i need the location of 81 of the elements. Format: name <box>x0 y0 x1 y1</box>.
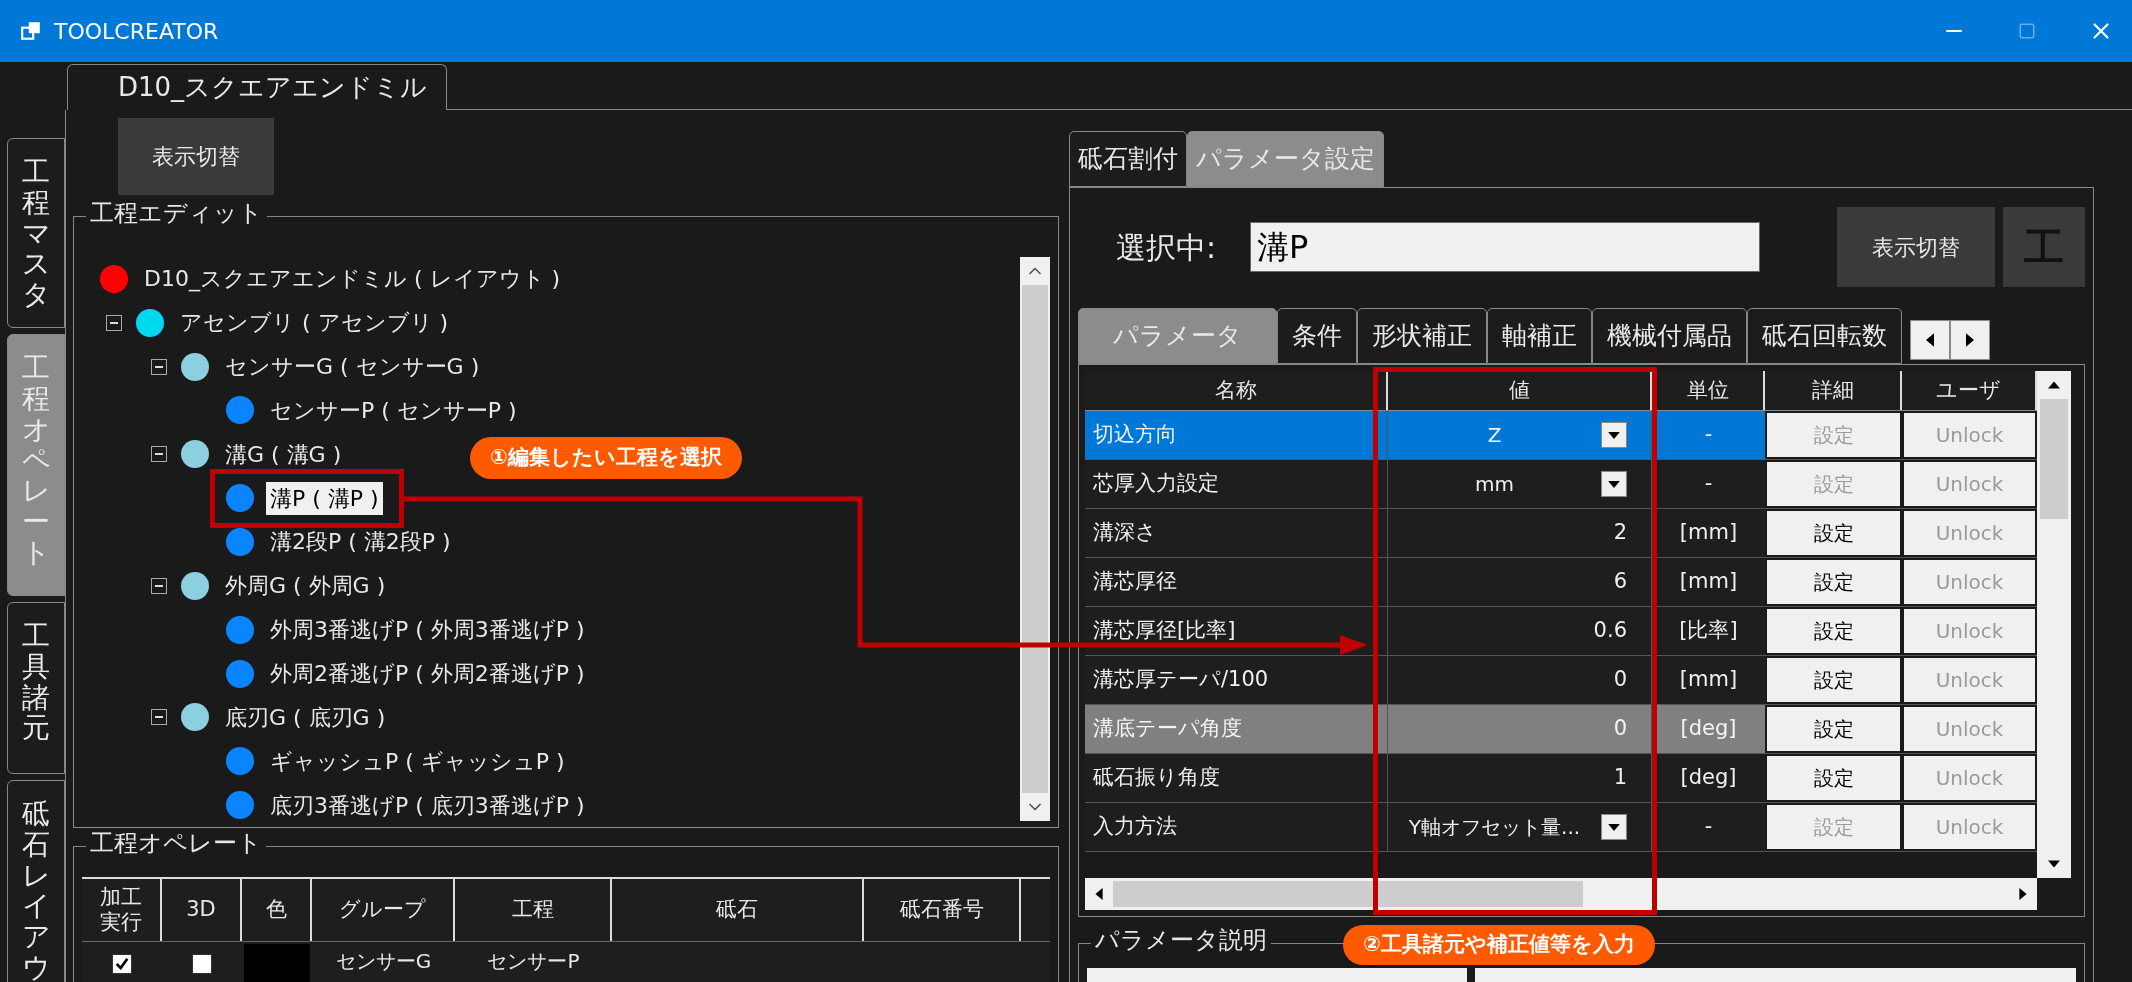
group-title: 工程エディット <box>86 201 267 225</box>
annotation-badge: ②工具諸元や補正値等を入力 <box>1343 925 1655 965</box>
scrollbar[interactable] <box>1085 878 2037 910</box>
tree-item[interactable]: ギャッシュP ( ギャッシュP ) <box>266 744 569 778</box>
checkbox[interactable] <box>112 953 132 974</box>
scroll-up-icon[interactable] <box>2048 381 2060 389</box>
tree-item[interactable]: 外周G ( 外周G ) <box>221 569 390 603</box>
scroll-thumb[interactable] <box>1113 881 1583 907</box>
tree-item[interactable]: 底刃3番逃げP ( 底刃3番逃げP ) <box>266 788 589 822</box>
table-row[interactable]: 溝深さ 2 [mm] 設定 Unlock <box>1085 509 2037 558</box>
tree-item[interactable]: センサーG ( センサーG ) <box>221 350 484 384</box>
group-title: パラメータ説明 <box>1091 928 1271 952</box>
settings-button[interactable]: 設定 <box>1767 511 1900 555</box>
color-swatch[interactable] <box>244 943 310 982</box>
table-cell: 切込方向 <box>1085 411 1388 459</box>
tab[interactable]: 条件 <box>1277 308 1357 364</box>
collapse-icon[interactable] <box>151 358 167 375</box>
tab[interactable]: 形状補正 <box>1357 308 1487 364</box>
side-tab[interactable]: 砥石レイアウ <box>7 780 65 982</box>
tab-scroll-right-icon[interactable] <box>1950 320 1990 360</box>
group-title: 工程オペレート <box>86 831 266 855</box>
table-row[interactable]: 溝芯厚径[比率] 0.6 [比率] 設定 Unlock <box>1085 607 2037 656</box>
scroll-thumb[interactable] <box>2040 399 2068 519</box>
collapse-icon[interactable] <box>151 446 167 463</box>
table-cell: 溝芯厚テーパ/100 <box>1085 656 1388 704</box>
table-row[interactable]: 溝芯厚テーパ/100 0 [mm] 設定 Unlock <box>1085 656 2037 705</box>
table-row[interactable]: 芯厚入力設定 mm - 設定 Unlock <box>1085 460 2037 509</box>
table-cell-text: センサーP <box>486 948 581 975</box>
selection-field[interactable]: 溝P <box>1250 222 1760 272</box>
table-cell: 芯厚入力設定 <box>1085 460 1388 508</box>
table-row[interactable]: 入力方法 Y軸オフセット量... - 設定 Unlock <box>1085 803 2037 852</box>
tree-item[interactable]: 底刃G ( 底刃G ) <box>221 700 390 734</box>
side-tab[interactable]: 工具諸元 <box>7 602 65 774</box>
tab-scroll-left-icon[interactable] <box>1910 320 1950 360</box>
tree-item[interactable]: センサーP ( センサーP ) <box>266 393 521 427</box>
settings-button[interactable]: 設定 <box>1767 609 1900 653</box>
settings-button[interactable]: 設定 <box>1767 658 1900 702</box>
tree-item[interactable]: 外周2番逃げP ( 外周2番逃げP ) <box>266 657 589 690</box>
app-icon <box>20 20 42 42</box>
tab[interactable]: 軸補正 <box>1487 308 1592 364</box>
table-cell: 砥石振り角度 <box>1085 754 1388 802</box>
table-cell: 溝底テーパ角度 <box>1085 705 1388 753</box>
column-header[interactable]: 詳細 <box>1765 371 1902 410</box>
tree-item[interactable]: アセンブリ ( アセンブリ ) <box>176 306 453 340</box>
scrollbar[interactable] <box>2037 371 2071 878</box>
scroll-right-icon[interactable] <box>2019 888 2027 900</box>
toggle-view-button[interactable]: 表示切替 <box>118 118 274 195</box>
checkbox[interactable] <box>192 953 212 974</box>
table-row[interactable]: 切込方向 Z - 設定 Unlock <box>1085 411 2037 460</box>
field-label: 選択中: <box>1116 228 1218 267</box>
collapse-icon[interactable] <box>106 314 122 331</box>
tree-item[interactable]: 溝2段P ( 溝2段P ) <box>266 525 455 559</box>
table-cell: 入力方法 <box>1085 803 1388 851</box>
tab[interactable]: 砥石回転数 <box>1747 308 1902 364</box>
column-header[interactable]: 値 <box>1388 371 1652 410</box>
annotation-badge: ①編集したい工程を選択 <box>470 437 742 479</box>
table-cell-text: センサーG <box>334 948 433 975</box>
table-row[interactable]: 溝芯厚径 6 [mm] 設定 Unlock <box>1085 558 2037 607</box>
scroll-left-icon[interactable] <box>1095 888 1103 900</box>
column-header[interactable]: 名称 <box>1085 371 1388 410</box>
settings-button[interactable]: 設定 <box>1767 756 1900 800</box>
scrollbar[interactable] <box>1020 257 1050 821</box>
tab[interactable]: 砥石割付 <box>1069 131 1187 187</box>
collapse-icon[interactable] <box>151 709 167 726</box>
scroll-thumb[interactable] <box>1022 285 1048 793</box>
window-title: TOOLCREATOR <box>54 17 219 46</box>
tab[interactable]: 機械付属品 <box>1592 308 1747 364</box>
table-cell: 溝芯厚径 <box>1085 558 1388 606</box>
column-header[interactable]: ユーザ <box>1902 371 2037 410</box>
tree-item[interactable]: 溝P ( 溝P ) <box>266 481 383 515</box>
table-row[interactable]: 砥石振り角度 1 [deg] 設定 Unlock <box>1085 754 2037 803</box>
settings-button[interactable]: 設定 <box>1767 560 1900 604</box>
tree-item[interactable]: 溝G ( 溝G ) <box>221 437 346 471</box>
tree-item[interactable]: D10_スクエアエンドミル ( レイアウト ) <box>140 262 565 296</box>
tree-item[interactable]: 外周3番逃げP ( 外周3番逃げP ) <box>266 613 589 647</box>
scroll-down-icon[interactable] <box>2048 860 2060 868</box>
document-tab[interactable]: D10_スクエアエンドミル <box>67 64 447 110</box>
toggle-view-button[interactable]: 表示切替 <box>1837 207 1995 287</box>
table-cell: 溝深さ <box>1085 509 1388 557</box>
side-tab[interactable]: 工程マスタ <box>7 138 65 328</box>
collapse-icon[interactable] <box>151 577 167 594</box>
